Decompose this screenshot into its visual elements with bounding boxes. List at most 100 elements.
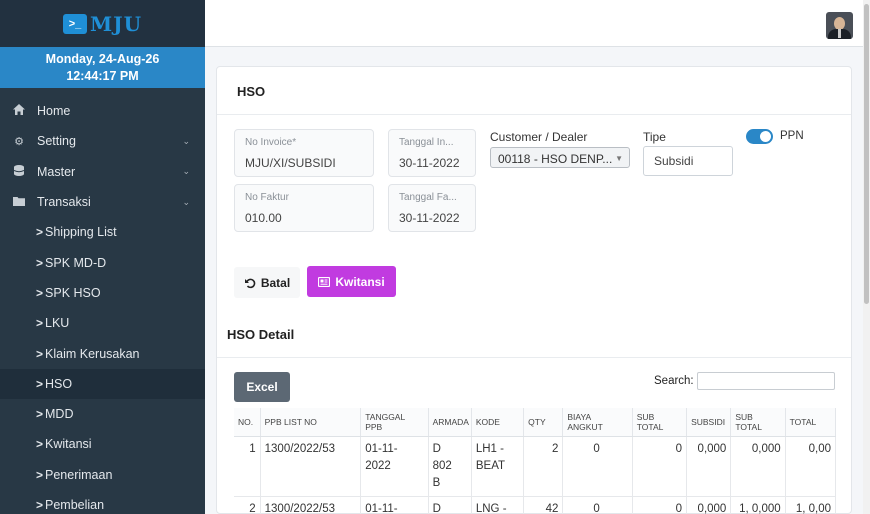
cell-line: LH1 - <box>475 442 504 455</box>
column-header[interactable]: KODE <box>471 408 525 437</box>
scrollbar-thumb[interactable] <box>864 4 869 304</box>
table-row[interactable]: 2 1300/2022/53 01-11- D LNG - 42 0 0 0,0… <box>234 496 837 514</box>
cell-armada: D <box>428 496 472 514</box>
home-icon <box>12 104 26 118</box>
column-header[interactable]: TOTAL <box>785 408 837 437</box>
cell-kode: LNG - <box>471 496 525 514</box>
batal-button[interactable]: Batal <box>234 267 300 298</box>
chevron-right-icon: > <box>36 467 44 482</box>
chevron-right-icon: > <box>36 316 44 331</box>
sidebar-item-kwitansi[interactable]: > Kwitansi <box>0 429 205 459</box>
cell-line: BEAT <box>475 459 506 472</box>
tipe-label: Tipe <box>643 130 666 144</box>
chevron-right-icon: > <box>36 346 44 361</box>
hso-detail-title: HSO Detail <box>227 327 295 342</box>
cell-line: 01-11- <box>365 442 398 455</box>
app-logo[interactable]: >_ MJU <box>62 11 143 36</box>
sidebar-item-spk-hso[interactable]: > SPK HSO <box>0 278 205 308</box>
cell-subsidi: 0,000 <box>686 436 732 497</box>
sidebar-item-transaksi[interactable]: Transaksi ⌄ <box>0 187 205 217</box>
column-header[interactable]: ARMADA <box>428 408 472 437</box>
sidebar-item-shipping-list[interactable]: > Shipping List <box>0 217 205 247</box>
sidebar-item-home[interactable]: Home <box>0 96 205 126</box>
sidebar-item-label: Penerimaan <box>45 467 113 482</box>
chevron-right-icon: > <box>36 255 44 270</box>
divider <box>217 357 851 358</box>
sidebar-item-label: Klaim Kerusakan <box>45 346 140 361</box>
customer-dealer-select[interactable]: 00118 - HSO DENP... ▼ <box>490 147 630 168</box>
chevron-right-icon: > <box>36 225 44 240</box>
caret-down-icon: ▼ <box>615 154 623 163</box>
sidebar-item-spk-md-d[interactable]: > SPK MD-D <box>0 247 205 277</box>
sidebar-item-pembelian[interactable]: > Pembelian <box>0 490 205 514</box>
column-header[interactable]: SUB TOTAL <box>730 408 786 437</box>
top-navbar <box>205 0 863 47</box>
sidebar-item-penerimaan[interactable]: > Penerimaan <box>0 460 205 490</box>
newspaper-icon <box>318 276 331 287</box>
sidebar-item-lku[interactable]: > LKU <box>0 308 205 338</box>
cell-line: 2022 <box>365 459 391 472</box>
tanggal-faktur-value: 30-11-2022 <box>399 211 460 225</box>
search-label: Search: <box>654 375 694 387</box>
sidebar-item-hso[interactable]: > HSO <box>0 368 205 399</box>
sidebar-item-label: SPK MD-D <box>45 255 107 270</box>
sidebar-item-label: Home <box>37 104 71 119</box>
cell-biaya-angkut: 0 <box>562 496 633 514</box>
cell-qty: 2 <box>523 436 564 497</box>
column-header[interactable]: TANGGAL PPB <box>360 408 429 437</box>
no-invoice-label: No Invoice* <box>245 137 297 148</box>
cell-qty: 42 <box>523 496 564 514</box>
sidebar-item-master[interactable]: Master ⌄ <box>0 157 205 187</box>
column-header[interactable]: SUB TOTAL <box>632 408 688 437</box>
column-header[interactable]: QTY <box>523 408 564 437</box>
divider <box>217 114 851 115</box>
sidebar-item-label: Transaksi <box>37 195 91 210</box>
sidebar-item-label: LKU <box>45 316 70 331</box>
sidebar-item-setting[interactable]: ⚙ Setting ⌄ <box>0 126 205 156</box>
cell-no: 1 <box>234 436 261 497</box>
excel-button[interactable]: Excel <box>234 372 290 402</box>
tipe-value: Subsidi <box>654 154 694 168</box>
database-icon <box>12 164 26 179</box>
tanggal-faktur-field[interactable]: Tanggal Fa... 30-11-2022 <box>388 184 476 232</box>
column-header[interactable]: PPB LIST NO <box>260 408 362 437</box>
tanggal-faktur-label: Tanggal Fa... <box>399 192 457 203</box>
user-avatar[interactable] <box>826 12 853 39</box>
cell-no: 2 <box>234 496 261 514</box>
terminal-icon: >_ <box>62 13 87 34</box>
no-faktur-field[interactable]: No Faktur 010.00 <box>234 184 374 232</box>
kwitansi-button[interactable]: Kwitansi <box>307 266 396 297</box>
sidebar-item-mdd[interactable]: > MDD <box>0 399 205 429</box>
cell-sub-total: 0 <box>632 436 688 497</box>
chevron-right-icon: > <box>36 407 44 422</box>
cell-tanggal: 01-11- <box>360 496 429 514</box>
table-row[interactable]: 1 1300/2022/53 01-11- 2022 D 802 B LH1 - BEA… <box>234 436 837 497</box>
sidebar: >_ MJU Monday, 24-Aug-26 12:44:17 PM Hom… <box>0 0 205 514</box>
logo-text: MJU <box>89 11 143 36</box>
cell-kode: LH1 - BEAT <box>471 436 525 497</box>
cell-sub-total-2: 0,000 <box>730 436 786 497</box>
no-faktur-label: No Faktur <box>245 192 289 203</box>
tipe-input[interactable]: Subsidi <box>643 146 733 176</box>
tanggal-invoice-label: Tanggal In... <box>399 137 454 148</box>
customer-dealer-value: 00118 - HSO DENP... <box>498 152 613 166</box>
chevron-right-icon: > <box>36 498 44 512</box>
no-invoice-field[interactable]: No Invoice* MJU/XI/SUBSIDI <box>234 129 374 177</box>
sidebar-item-klaim-kerusakan[interactable]: > Klaim Kerusakan <box>0 338 205 368</box>
cell-line: 802 <box>432 459 452 472</box>
column-header[interactable]: BIAYA ANGKUT <box>562 408 633 437</box>
cell-total: 1, 0,00 <box>785 496 837 514</box>
gears-icon: ⚙ <box>14 135 24 148</box>
ppn-toggle[interactable] <box>746 129 773 144</box>
folder-icon <box>12 196 26 209</box>
cell-armada: D 802 B <box>428 436 472 497</box>
page-scrollbar[interactable] <box>863 0 870 514</box>
search-input[interactable] <box>697 372 835 390</box>
tanggal-invoice-field[interactable]: Tanggal In... 30-11-2022 <box>388 129 476 177</box>
toggle-knob <box>760 131 771 142</box>
customer-dealer-label: Customer / Dealer <box>490 130 588 144</box>
batal-label: Batal <box>260 275 291 290</box>
cell-total: 0,00 <box>785 436 837 497</box>
column-header[interactable]: SUBSIDI <box>686 408 732 437</box>
column-header[interactable]: NO. <box>234 408 261 437</box>
